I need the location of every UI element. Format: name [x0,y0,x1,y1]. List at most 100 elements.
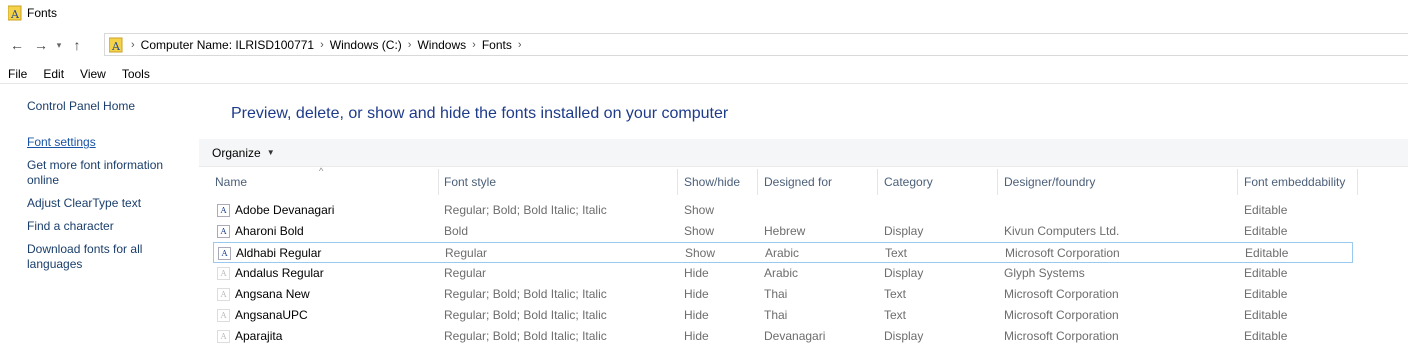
chevron-down-icon: ▼ [266,148,275,157]
font-row[interactable]: A AngsanaUPC Regular; Bold; Bold Italic; I… [213,305,1353,326]
breadcrumb-separator-icon[interactable]: › [518,39,522,51]
column-category[interactable]: Category [878,169,998,195]
menu-tools[interactable]: Tools [122,67,150,81]
font-name: Aparajita [235,329,283,343]
column-show-hide[interactable]: Show/hide [678,169,758,195]
font-row[interactable]: A Angsana New Regular; Bold; Bold Italic; … [213,284,1353,305]
menu-edit[interactable]: Edit [43,67,64,81]
breadcrumb-drive[interactable]: Windows (C:) [330,38,402,52]
font-row[interactable]: A Aparajita Regular; Bold; Bold Italic; It… [213,326,1353,347]
font-category: Text [884,287,907,301]
fonts-folder-icon: A [8,5,22,21]
menu-bar: File Edit View Tools [0,64,1408,84]
recent-locations-chevron-icon[interactable]: ▾ [52,34,66,56]
menu-view[interactable]: View [80,67,106,81]
breadcrumb-separator-icon[interactable]: › [320,39,324,51]
breadcrumb-separator-icon[interactable]: › [472,39,476,51]
font-designed: Arabic [765,246,800,260]
font-show: Show [684,224,715,238]
font-show: Hide [684,266,709,280]
font-category: Display [884,329,924,343]
column-font-style[interactable]: Font style [438,169,678,195]
font-name: Aharoni Bold [235,224,304,238]
font-row[interactable]: A Adobe Devanagari Regular; Bold; Bold Ita… [213,200,1353,221]
more-font-info-link[interactable]: Get more font information online [27,158,177,188]
font-show: Hide [684,308,709,322]
organize-button[interactable]: Organize ▼ [212,146,275,160]
font-file-icon: A [217,267,230,280]
adjust-cleartype-link[interactable]: Adjust ClearType text [27,196,141,211]
font-style: Regular; Bold; Bold Italic; Italic [444,203,607,217]
font-show: Hide [684,287,709,301]
svg-text:A: A [111,40,121,53]
font-designed: Devanagari [764,329,826,343]
breadcrumb-separator-icon[interactable]: › [408,39,412,51]
font-designed: Arabic [764,266,799,280]
font-settings-link[interactable]: Font settings [27,135,96,150]
font-name: AngsanaUPC [235,308,308,322]
font-embed: Editable [1245,246,1289,260]
command-bar: Organize ▼ [199,139,1408,167]
font-style: Regular [444,266,487,280]
back-arrow-icon[interactable]: ← [6,34,28,56]
font-name: Aldhabi Regular [236,246,322,260]
column-designed-for[interactable]: Designed for [758,169,878,195]
page-heading: Preview, delete, or show and hide the fo… [231,105,729,122]
column-name[interactable]: Name [209,169,439,195]
font-name: Andalus Regular [235,266,324,280]
font-name: Adobe Devanagari [235,203,335,217]
column-header: Name Font style Show/hide Designed for C… [199,169,1408,195]
font-category: Display [884,266,924,280]
font-style: Bold [444,224,469,238]
font-file-icon: A [217,288,230,301]
find-character-link[interactable]: Find a character [27,219,114,234]
font-show: Hide [684,329,709,343]
font-row[interactable]: A Aldhabi Regular Regular Show Arabic Text Mic… [213,242,1353,263]
font-file-icon: A [218,247,231,260]
breadcrumb-windows[interactable]: Windows [417,38,466,52]
font-embed: Editable [1244,308,1288,322]
font-file-icon: A [217,225,230,238]
font-designer: Glyph Systems [1004,266,1085,280]
font-show: Show [685,246,716,260]
font-style: Regular; Bold; Bold Italic; Italic [444,329,607,343]
download-fonts-link[interactable]: Download fonts for all languages [27,242,157,272]
menu-file[interactable]: File [8,67,27,81]
window-title: Fonts [27,6,58,20]
breadcrumb-fonts[interactable]: Fonts [482,38,512,52]
font-category: Text [885,246,908,260]
font-embed: Editable [1244,224,1288,238]
font-designer: Kivun Computers Ltd. [1004,224,1120,238]
breadcrumb-computer[interactable]: Computer Name: ILRISD100771 [141,38,314,52]
font-designer: Microsoft Corporation [1004,308,1119,322]
font-name: Angsana New [235,287,310,301]
forward-arrow-icon[interactable]: → [30,34,52,56]
breadcrumb-separator-icon[interactable]: › [131,39,135,51]
font-embed: Editable [1244,203,1288,217]
font-show: Show [684,203,715,217]
font-designed: Hebrew [764,224,806,238]
font-embed: Editable [1244,287,1288,301]
font-embed: Editable [1244,329,1288,343]
column-embeddability[interactable]: Font embeddability [1238,169,1358,195]
font-category: Display [884,224,924,238]
font-style: Regular; Bold; Bold Italic; Italic [444,308,607,322]
up-arrow-icon[interactable]: ↑ [66,34,88,56]
column-designer[interactable]: Designer/foundry [998,169,1238,195]
font-designed: Thai [764,287,788,301]
font-designer: Microsoft Corporation [1004,329,1119,343]
font-row[interactable]: A Andalus Regular Regular Hide Arabic Display… [213,263,1353,284]
address-row: ← → ▾ ↑ A › Computer Name: ILRISD100771 … [0,33,1408,57]
font-category: Text [884,308,907,322]
title-bar: A Fonts [0,0,1408,26]
organize-label: Organize [212,145,261,160]
svg-text:A: A [10,8,20,21]
font-row[interactable]: A Aharoni Bold Bold Show Hebrew Display Kivun … [213,221,1353,242]
font-file-icon: A [217,330,230,343]
control-panel-home-link[interactable]: Control Panel Home [27,99,135,114]
font-file-icon: A [217,204,230,217]
font-file-icon: A [217,309,230,322]
font-designer: Microsoft Corporation [1004,287,1119,301]
address-bar[interactable]: A › Computer Name: ILRISD100771 › Window… [104,33,1408,56]
fonts-location-icon: A [109,37,123,53]
